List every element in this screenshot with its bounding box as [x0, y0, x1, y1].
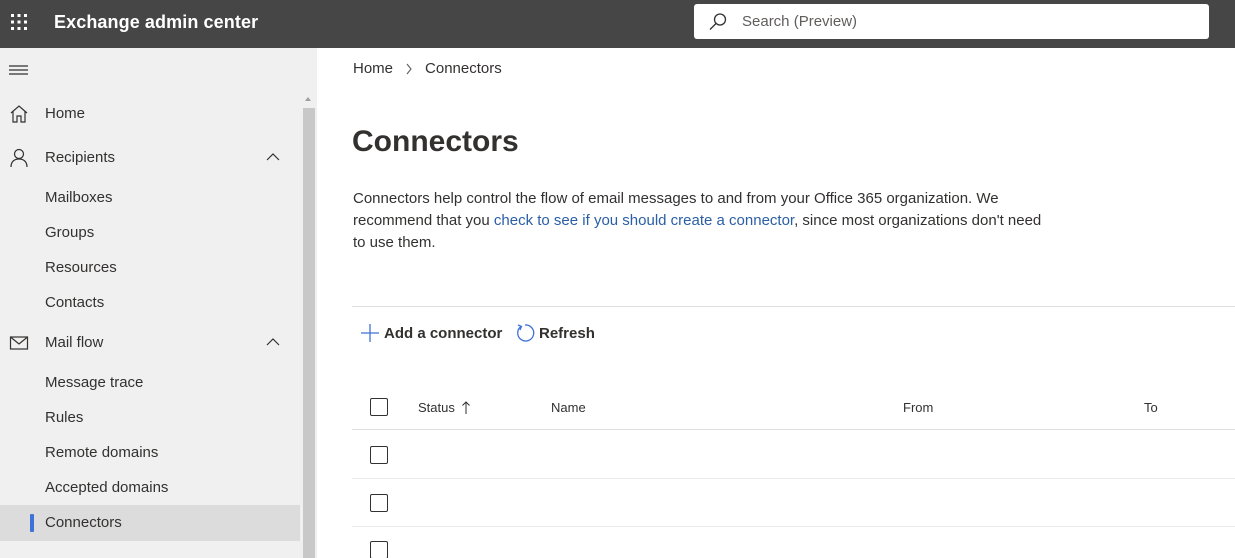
search-box[interactable]	[694, 4, 1209, 39]
sidebar-item-label: Contacts	[45, 294, 105, 311]
app-title[interactable]: Exchange admin center	[54, 11, 258, 33]
breadcrumb-current: Connectors	[425, 60, 502, 77]
scroll-up-arrow-icon[interactable]	[303, 94, 313, 104]
create-connector-help-link[interactable]: check to see if you should create a conn…	[494, 212, 794, 229]
search-icon	[709, 13, 727, 30]
sidebar-item-recipients[interactable]: Recipients	[0, 140, 300, 176]
sidebar-item-label: Remote domains	[45, 444, 159, 461]
sidebar: Home Recipients Mailboxes Groups Resourc…	[0, 48, 317, 558]
chevron-up-icon[interactable]	[265, 336, 281, 348]
refresh-label: Refresh	[539, 324, 595, 342]
table-row[interactable]	[352, 431, 1235, 479]
sidebar-item-label: Recipients	[45, 149, 116, 166]
table-row[interactable]	[352, 527, 1235, 558]
sidebar-item-mail-flow[interactable]: Mail flow	[0, 325, 300, 361]
sidebar-item-label: Home	[45, 105, 86, 122]
column-header-from[interactable]: From	[903, 400, 933, 415]
top-bar: Exchange admin center	[0, 0, 1235, 48]
column-header-label: To	[1144, 400, 1158, 415]
breadcrumb-home-link[interactable]: Home	[353, 60, 393, 77]
chevron-right-icon	[406, 63, 412, 74]
page-title: Connectors	[352, 125, 519, 158]
section-divider	[352, 306, 1235, 307]
sort-ascending-icon	[462, 400, 470, 414]
chevron-up-icon[interactable]	[265, 151, 281, 163]
sidebar-item-contacts[interactable]: Contacts	[0, 285, 300, 321]
plus-icon	[361, 324, 379, 342]
sidebar-item-label: Rules	[45, 409, 84, 426]
person-icon	[10, 148, 28, 168]
mail-icon	[9, 336, 29, 350]
sidebar-item-label: Mailboxes	[45, 189, 113, 206]
sidebar-item-label: Connectors	[45, 514, 122, 531]
sidebar-item-home[interactable]: Home	[0, 96, 300, 132]
column-header-label: Name	[551, 400, 586, 415]
sidebar-item-label: Accepted domains	[45, 479, 169, 496]
waffle-icon	[11, 14, 27, 30]
selection-indicator	[30, 514, 34, 532]
sidebar-scrollbar-thumb[interactable]	[303, 108, 315, 558]
table-header: Status Name From To	[352, 386, 1235, 430]
sidebar-item-label: Message trace	[45, 374, 144, 391]
sidebar-item-label: Groups	[45, 224, 95, 241]
sidebar-item-accepted-domains[interactable]: Accepted domains	[0, 470, 300, 506]
sidebar-item-mailboxes[interactable]: Mailboxes	[0, 180, 300, 216]
add-connector-button[interactable]: Add a connector	[360, 320, 502, 346]
add-connector-label: Add a connector	[384, 324, 503, 342]
hamburger-icon	[9, 65, 28, 75]
row-checkbox[interactable]	[370, 494, 388, 512]
sidebar-item-connectors[interactable]: Connectors	[0, 505, 300, 541]
row-checkbox[interactable]	[370, 446, 388, 464]
app-launcher-button[interactable]	[0, 0, 38, 44]
refresh-icon	[517, 324, 535, 342]
collapse-nav-button[interactable]	[9, 62, 29, 78]
page-description: Connectors help control the flow of emai…	[353, 188, 1043, 254]
row-checkbox[interactable]	[370, 541, 388, 558]
sidebar-item-message-trace[interactable]: Message trace	[0, 365, 300, 401]
table-row[interactable]	[352, 479, 1235, 527]
sidebar-item-label: Mail flow	[45, 334, 104, 351]
column-header-label: From	[903, 400, 934, 415]
sidebar-item-rules[interactable]: Rules	[0, 400, 300, 436]
column-header-status[interactable]: Status	[418, 400, 473, 415]
column-header-label: Status	[418, 400, 455, 415]
column-header-to[interactable]: To	[1144, 400, 1158, 415]
sidebar-item-resources[interactable]: Resources	[0, 250, 300, 286]
select-all-checkbox[interactable]	[370, 398, 388, 416]
search-input[interactable]	[742, 4, 1192, 39]
breadcrumb: Home Connectors	[353, 60, 502, 77]
refresh-button[interactable]: Refresh	[515, 320, 595, 346]
home-icon	[10, 105, 28, 123]
sidebar-item-label: Resources	[45, 259, 117, 276]
sidebar-item-groups[interactable]: Groups	[0, 215, 300, 251]
column-header-name[interactable]: Name	[551, 400, 586, 415]
sidebar-item-remote-domains[interactable]: Remote domains	[0, 435, 300, 471]
